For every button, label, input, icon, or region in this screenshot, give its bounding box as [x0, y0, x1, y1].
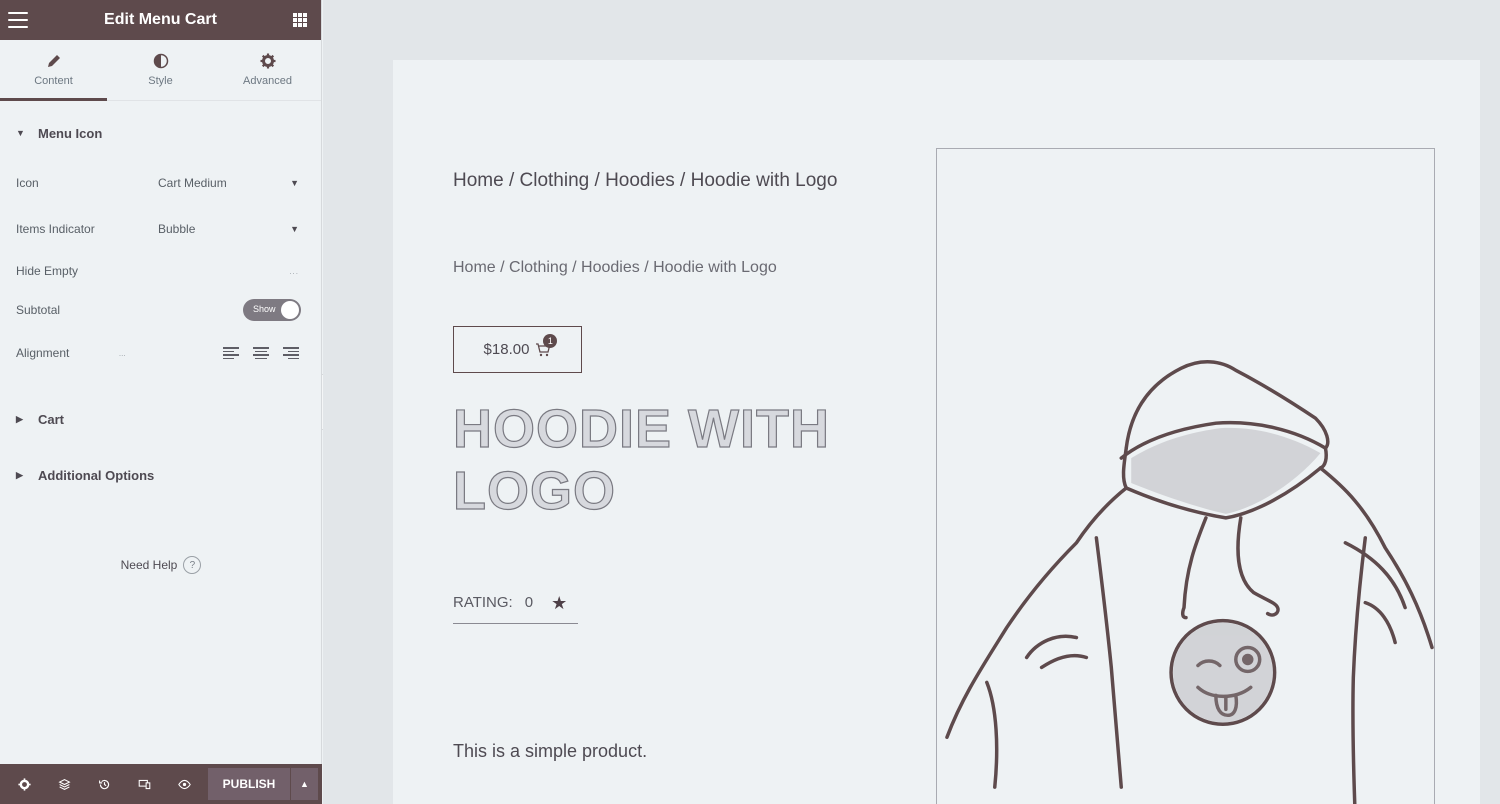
align-right-icon[interactable]	[282, 345, 299, 361]
items-indicator-select[interactable]: Bubble ▼	[158, 222, 299, 236]
subtotal-label: Subtotal	[16, 303, 61, 317]
product-page: Home / Clothing / Hoodies / Hoodie with …	[393, 60, 1480, 804]
icon-control-label: Icon	[16, 176, 39, 190]
rating-value: 0	[524, 594, 534, 611]
section-menu-icon[interactable]: ▼ Menu Icon	[0, 113, 321, 153]
items-indicator-control: Items Indicator Bubble ▼	[0, 206, 321, 252]
product-short-description: This is a simple product.	[453, 741, 648, 761]
menu-cart-button[interactable]: $18.00 1	[453, 326, 582, 373]
toggle-knob	[281, 301, 299, 319]
responsive-dots[interactable]: ...	[119, 349, 126, 358]
panel-footer: PUBLISH ▲	[0, 764, 322, 804]
align-center-icon[interactable]	[252, 345, 269, 361]
publish-options-caret-icon[interactable]: ▲	[290, 768, 318, 800]
alignment-label: Alignment	[16, 346, 70, 360]
icon-control: Icon Cart Medium ▼	[0, 160, 321, 206]
hoodie-illustration	[945, 360, 1434, 804]
tab-style-label: Style	[148, 75, 173, 87]
section-menu-icon-label: Menu Icon	[38, 125, 103, 141]
items-indicator-label: Items Indicator	[16, 222, 95, 236]
breadcrumb-secondary[interactable]: Home / Clothing / Hoodies / Hoodie with …	[453, 259, 777, 277]
preview-canvas: Home / Clothing / Hoodies / Hoodie with …	[323, 0, 1500, 804]
tab-advanced[interactable]: Advanced	[214, 40, 321, 100]
publish-button[interactable]: PUBLISH	[208, 768, 290, 800]
preview-eye-icon[interactable]	[164, 764, 204, 804]
need-help-label: Need Help	[120, 558, 178, 572]
product-image[interactable]	[936, 148, 1435, 804]
gear-icon	[260, 53, 275, 69]
pencil-icon	[47, 55, 60, 67]
cart-subtotal: $18.00	[483, 341, 530, 358]
settings-gear-icon[interactable]	[4, 764, 44, 804]
section-cart-label: Cart	[38, 411, 65, 427]
select-arrow-icon: ▼	[290, 224, 299, 234]
icon-select[interactable]: Cart Medium ▼	[158, 176, 299, 190]
section-additional-label: Additional Options	[38, 467, 155, 483]
alignment-buttons	[222, 345, 299, 361]
cart-count-badge: 1	[543, 333, 558, 348]
rating-label: RATING:	[453, 594, 513, 611]
hamburger-menu-icon[interactable]	[8, 12, 28, 28]
caret-right-icon: ▶	[16, 413, 23, 424]
caret-right-icon: ▶	[16, 469, 23, 480]
editor-panel: Edit Menu Cart Content Style Advanced ▼ …	[0, 0, 322, 804]
hide-empty-control: Hide Empty ...	[0, 252, 321, 290]
navigator-layers-icon[interactable]	[44, 764, 84, 804]
alignment-control: Alignment ...	[0, 330, 321, 376]
subtotal-control: Subtotal Show	[0, 290, 321, 330]
need-help-link[interactable]: Need Help ?	[0, 556, 322, 574]
tab-content-label: Content	[34, 75, 73, 87]
hide-empty-toggle[interactable]: ...	[289, 267, 299, 276]
section-additional-options[interactable]: ▶ Additional Options	[0, 454, 321, 496]
star-icon: ★	[551, 593, 568, 613]
product-title: HOODIE WITH LOGO	[452, 398, 830, 521]
panel-title: Edit Menu Cart	[104, 11, 217, 28]
section-cart[interactable]: ▶ Cart	[0, 398, 321, 440]
items-indicator-value: Bubble	[158, 222, 196, 236]
subtotal-toggle[interactable]: Show	[243, 299, 301, 321]
tab-style[interactable]: Style	[107, 40, 214, 100]
tab-content[interactable]: Content	[0, 40, 107, 101]
history-icon[interactable]	[84, 764, 124, 804]
caret-down-icon: ▼	[16, 128, 25, 138]
select-arrow-icon: ▼	[290, 178, 299, 188]
hide-empty-label: Hide Empty	[16, 264, 79, 278]
product-rating: RATING: 0 ★	[453, 594, 578, 624]
responsive-mode-icon[interactable]	[124, 764, 164, 804]
half-circle-icon	[153, 53, 168, 69]
panel-tabs: Content Style Advanced	[0, 40, 321, 101]
icon-select-value: Cart Medium	[158, 176, 227, 190]
breadcrumb[interactable]: Home / Clothing / Hoodies / Hoodie with …	[453, 170, 837, 192]
tab-advanced-label: Advanced	[243, 75, 292, 87]
align-left-icon[interactable]	[222, 345, 239, 361]
cart-icon: 1	[535, 333, 558, 358]
subtotal-toggle-text: Show	[253, 304, 276, 314]
panel-header: Edit Menu Cart	[0, 0, 321, 40]
widgets-grid-icon[interactable]	[292, 13, 307, 27]
help-circle-icon: ?	[183, 556, 202, 574]
